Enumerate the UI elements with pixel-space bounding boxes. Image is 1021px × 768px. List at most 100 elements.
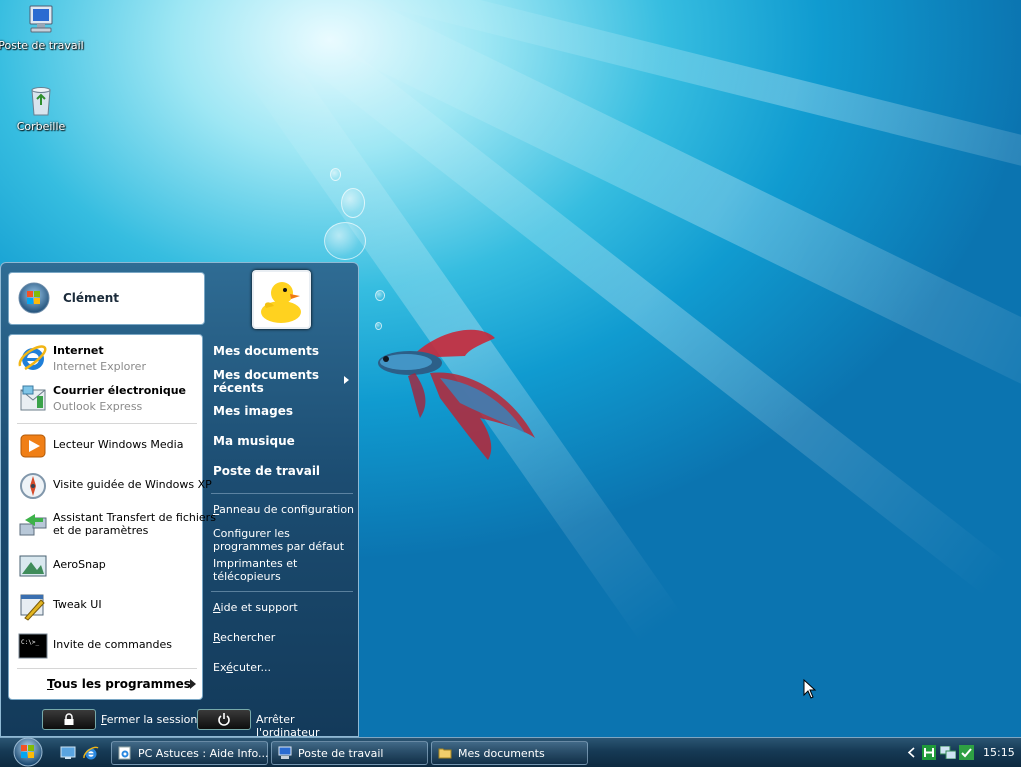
right-recent-docs-line1[interactable]: Mes documents	[213, 368, 319, 382]
item-label: echercher	[220, 631, 276, 644]
start-menu: Clément Internet Internet Explorer Courr…	[0, 262, 359, 739]
transfer-wizard-icon	[19, 514, 47, 536]
right-panneau-configuration[interactable]: Panneau de configuration	[213, 503, 354, 516]
item-label-pre: Ex	[213, 661, 227, 674]
item-label: ide et support	[220, 601, 298, 614]
taskbar-task-pc-astuces[interactable]: PC Astuces : Aide Info...	[111, 741, 269, 765]
show-desktop-icon[interactable]	[60, 745, 76, 761]
right-mes-images[interactable]: Mes images	[213, 404, 293, 418]
right-aide-support[interactable]: Aide et support	[213, 601, 298, 614]
chevron-right-icon	[344, 376, 349, 384]
recent-media-player[interactable]: Lecteur Windows Media	[15, 427, 198, 465]
windows-orb-icon	[18, 282, 50, 314]
tweak-ui-icon	[20, 594, 45, 621]
rubber-duck-icon	[261, 282, 301, 323]
security-icon[interactable]	[959, 745, 974, 760]
desktop-icon-label: Poste de travail	[0, 39, 84, 52]
pinned-email[interactable]: Courrier électronique Outlook Express	[15, 379, 198, 417]
lock-icon	[64, 713, 74, 725]
separator	[17, 423, 197, 424]
hotkey-letter: T	[47, 677, 54, 691]
recent-label: AeroSnap	[53, 558, 106, 571]
recent-label-line2: et de paramètres	[53, 524, 149, 537]
h-tray-icon[interactable]	[922, 745, 936, 760]
recent-label: Invite de commandes	[53, 638, 173, 651]
network-icon[interactable]	[940, 746, 956, 759]
clock[interactable]: 15:15	[983, 746, 1015, 759]
right-imprimantes-line2[interactable]: télécopieurs	[213, 570, 281, 583]
logoff-label[interactable]: Fermer la session	[101, 713, 197, 726]
shutdown-label[interactable]: Arrêter l'ordinateur	[256, 713, 358, 739]
recent-label-line1: Assistant Transfert de fichiers	[53, 511, 216, 524]
item-label: anneau de configuration	[219, 503, 355, 516]
right-configurer-line1[interactable]: Configurer les	[213, 527, 290, 540]
user-panel[interactable]: Clément	[8, 272, 205, 325]
desktop-icon-computer[interactable]: Poste de travail	[0, 3, 84, 52]
desktop-icon-label: Corbeille	[16, 120, 66, 133]
betta-fish-image	[378, 329, 535, 460]
all-programs-button[interactable]: Tous les programmes	[47, 677, 191, 691]
command-prompt-icon: C:\>_	[18, 633, 48, 659]
internet-explorer-icon[interactable]	[83, 745, 99, 761]
hotkey-letter: é	[226, 661, 233, 674]
taskbar-task-mes-documents[interactable]: Mes documents	[431, 741, 588, 765]
chevron-right-icon	[190, 679, 196, 689]
separator	[17, 668, 197, 669]
mouse-cursor	[803, 679, 817, 699]
right-imprimantes-line1[interactable]: Imprimantes et	[213, 557, 297, 570]
recent-command-prompt[interactable]: C:\>_ Invite de commandes	[15, 627, 198, 665]
start-button[interactable]	[8, 736, 48, 768]
recent-transfer-wizard[interactable]: Assistant Transfert de fichiers et de pa…	[15, 507, 216, 545]
recent-aerosnap[interactable]: AeroSnap	[15, 547, 198, 585]
item-label: ermer la session	[106, 713, 198, 726]
right-ma-musique[interactable]: Ma musique	[213, 434, 295, 448]
shutdown-button[interactable]	[197, 709, 251, 730]
logoff-button[interactable]	[42, 709, 96, 730]
right-poste-de-travail[interactable]: Poste de travail	[213, 464, 320, 478]
folder-icon	[438, 748, 452, 759]
tour-icon	[20, 473, 46, 499]
power-icon	[218, 713, 230, 726]
right-mes-documents[interactable]: Mes documents	[213, 344, 319, 358]
task-label: Mes documents	[458, 747, 545, 760]
recent-label: Visite guidée de Windows XP	[53, 478, 212, 491]
computer-icon	[278, 746, 292, 759]
pinned-subtitle: Outlook Express	[53, 400, 143, 413]
item-label: cuter...	[232, 661, 272, 674]
pinned-subtitle: Internet Explorer	[53, 360, 146, 373]
right-configurer-line2[interactable]: programmes par défaut	[213, 540, 344, 553]
user-avatar[interactable]	[252, 270, 311, 329]
pinned-internet[interactable]: Internet Internet Explorer	[15, 339, 198, 377]
separator	[211, 591, 353, 592]
task-label: PC Astuces : Aide Info...	[138, 747, 269, 760]
svg-text:C:\>_: C:\>_	[21, 639, 39, 646]
recent-label: Lecteur Windows Media	[53, 438, 184, 451]
recent-label: Tweak UI	[53, 598, 102, 611]
aerosnap-icon	[19, 555, 47, 577]
chevron-left-icon[interactable]	[907, 747, 915, 758]
pinned-title: Courrier électronique	[53, 384, 187, 397]
recent-tweak-ui[interactable]: Tweak UI	[15, 587, 198, 625]
right-recent-docs-line2[interactable]: récents	[213, 381, 264, 395]
computer-icon	[29, 5, 53, 33]
recycle-bin-icon	[31, 87, 51, 116]
hotkey-letter: A	[213, 601, 221, 614]
ie-page-icon	[118, 746, 131, 760]
taskbar: PC Astuces : Aide Info... Poste de trava…	[0, 737, 1021, 767]
taskbar-task-poste-de-travail[interactable]: Poste de travail	[271, 741, 428, 765]
user-name: Clément	[63, 291, 119, 305]
task-label: Poste de travail	[298, 747, 384, 760]
bubble	[330, 168, 341, 181]
programs-panel: Internet Internet Explorer Courrier élec…	[8, 334, 216, 700]
bubble	[324, 222, 366, 260]
media-player-icon	[20, 434, 46, 458]
right-executer[interactable]: Exécuter...	[213, 661, 271, 674]
desktop-icon-recycle-bin[interactable]: Corbeille	[0, 84, 84, 133]
right-rechercher[interactable]: Rechercher	[213, 631, 275, 644]
recent-windows-tour[interactable]: Visite guidée de Windows XP	[15, 467, 212, 505]
system-tray: 15:15	[903, 741, 1019, 765]
pinned-title: Internet	[53, 344, 104, 357]
bubble	[341, 188, 365, 218]
bubble	[375, 290, 385, 301]
outlook-express-icon	[20, 385, 46, 411]
